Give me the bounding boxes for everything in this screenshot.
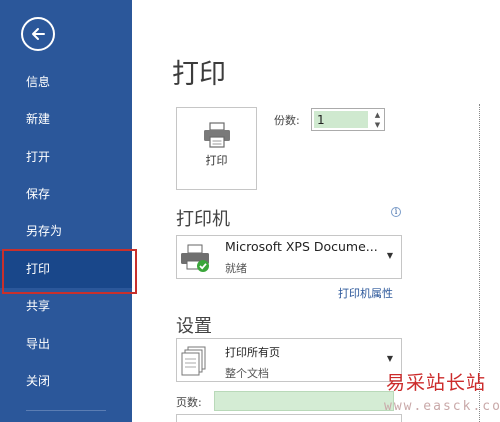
print-button[interactable]: 打印 — [176, 107, 257, 190]
spin-down-icon[interactable]: ▼ — [371, 120, 384, 130]
sidebar-item-save-as[interactable]: 另存为 — [0, 213, 132, 250]
printer-section-title: 打印机 — [176, 209, 230, 230]
settings-section-title: 设置 — [176, 316, 212, 337]
page-title: 打印 — [172, 59, 226, 90]
dropdown-arrow-icon: ▼ — [386, 354, 393, 363]
sidebar-divider — [26, 410, 106, 411]
copies-input[interactable] — [314, 111, 368, 128]
back-arrow-icon — [32, 28, 45, 40]
print-range-subtitle: 整个文档 — [225, 367, 269, 380]
sidebar-item-new[interactable]: 新建 — [0, 101, 132, 138]
sidebar-item-export[interactable]: 导出 — [0, 326, 132, 363]
print-button-label: 打印 — [205, 154, 228, 167]
xps-printer-icon — [181, 244, 209, 272]
pages-icon — [181, 346, 206, 376]
watermark-url: www.easck.com — [384, 399, 500, 414]
sidebar-item-info[interactable]: 信息 — [0, 64, 132, 101]
sidebar-item-save[interactable]: 保存 — [0, 176, 132, 213]
dropdown-arrow-icon: ▼ — [386, 251, 393, 260]
pages-label: 页数: — [176, 396, 202, 409]
copies-label: 份数: — [274, 114, 300, 127]
printer-name: Microsoft XPS Docume... — [225, 239, 378, 254]
info-icon[interactable]: i — [391, 207, 401, 217]
next-setting-dropdown[interactable] — [176, 414, 402, 422]
watermark-text: 易采站长站 — [386, 372, 487, 394]
copies-stepper: ▲ ▼ — [311, 108, 385, 131]
print-range-dropdown[interactable]: 打印所有页 整个文档 ▼ — [176, 338, 402, 382]
pages-input[interactable] — [214, 391, 394, 411]
print-item-highlight — [2, 249, 137, 294]
sidebar-item-open[interactable]: 打开 — [0, 139, 132, 176]
sidebar-item-close[interactable]: 关闭 — [0, 363, 132, 400]
printer-dropdown[interactable]: Microsoft XPS Docume... 就绪 ▼ — [176, 235, 402, 279]
print-range-title: 打印所有页 — [225, 346, 280, 359]
backstage-sidebar: 信息 新建 打开 保存 另存为 打印 共享 导出 关闭 — [0, 0, 132, 422]
printer-icon — [204, 122, 230, 148]
printer-status: 就绪 — [225, 262, 247, 275]
back-button[interactable] — [21, 17, 55, 51]
spin-up-icon[interactable]: ▲ — [371, 110, 384, 120]
printer-properties-link[interactable]: 打印机属性 — [338, 285, 393, 301]
